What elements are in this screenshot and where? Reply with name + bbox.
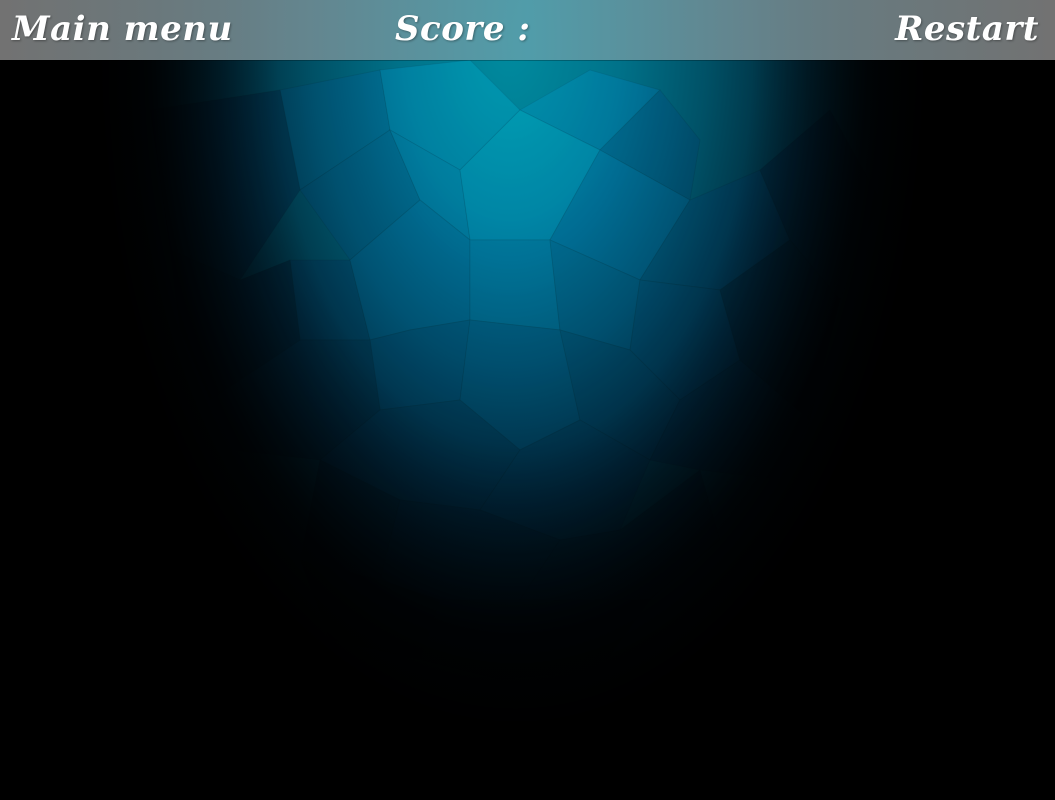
top-bar: Main menu Score : Restart (0, 0, 1055, 60)
restart-button[interactable]: Restart (895, 6, 1039, 52)
score-label: Score : (395, 9, 531, 49)
low-poly-facets (149, 59, 881, 681)
game-stage[interactable]: Main menu Score : Restart (0, 0, 1055, 800)
main-menu-button[interactable]: Main menu (12, 6, 233, 52)
score-display: Score : (395, 6, 530, 52)
